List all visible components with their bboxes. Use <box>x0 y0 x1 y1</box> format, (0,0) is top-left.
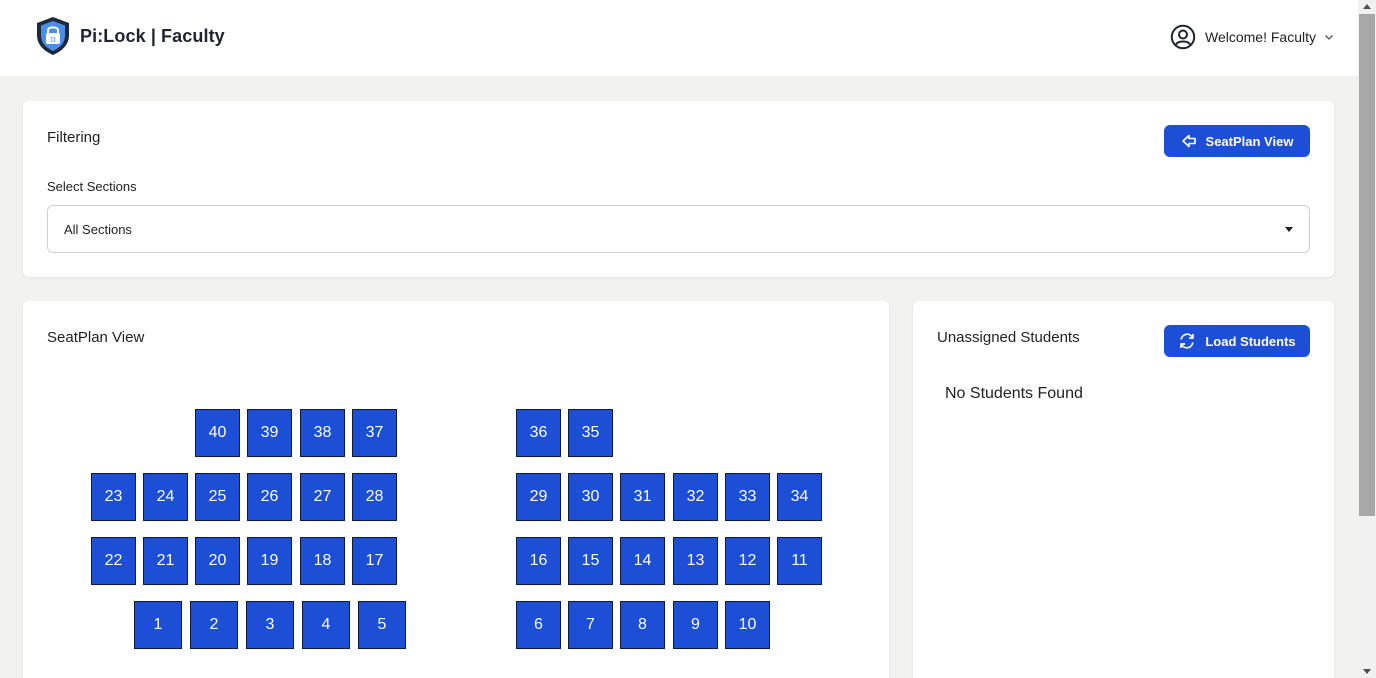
top-navbar: π Pi:Lock | Faculty Welcome! Faculty <box>0 0 1358 76</box>
seat-4[interactable]: 4 <box>302 601 350 649</box>
seat-21[interactable]: 21 <box>143 537 188 585</box>
caret-down-icon <box>1285 227 1293 232</box>
seatplan-card: SeatPlan View 40 39 38 37 36 35 23 24 25… <box>23 301 889 678</box>
sections-select[interactable]: All Sections <box>47 205 1310 253</box>
seat-31[interactable]: 31 <box>620 473 665 521</box>
seat-30[interactable]: 30 <box>568 473 613 521</box>
seat-2[interactable]: 2 <box>190 601 238 649</box>
seat-1[interactable]: 1 <box>134 601 182 649</box>
chevron-down-icon <box>1325 35 1333 40</box>
seat-27[interactable]: 27 <box>300 473 345 521</box>
load-students-button[interactable]: Load Students <box>1164 325 1310 357</box>
user-welcome-label: Welcome! Faculty <box>1205 29 1316 45</box>
seatplan-view-button[interactable]: SeatPlan View <box>1164 125 1310 157</box>
seat-34[interactable]: 34 <box>777 473 822 521</box>
seat-7[interactable]: 7 <box>568 601 613 649</box>
seat-29[interactable]: 29 <box>516 473 561 521</box>
seat-12[interactable]: 12 <box>725 537 770 585</box>
seat-18[interactable]: 18 <box>300 537 345 585</box>
seat-3[interactable]: 3 <box>246 601 294 649</box>
seat-39[interactable]: 39 <box>247 409 292 457</box>
seat-38[interactable]: 38 <box>300 409 345 457</box>
sections-select-value: All Sections <box>64 221 132 237</box>
user-circle-icon <box>1170 24 1196 50</box>
seat-28[interactable]: 28 <box>352 473 397 521</box>
seat-32[interactable]: 32 <box>673 473 718 521</box>
seat-13[interactable]: 13 <box>673 537 718 585</box>
seat-40[interactable]: 40 <box>195 409 240 457</box>
seat-16[interactable]: 16 <box>516 537 561 585</box>
seat-9[interactable]: 9 <box>673 601 718 649</box>
scroll-down-icon[interactable] <box>1363 669 1371 674</box>
select-sections-label: Select Sections <box>47 179 137 194</box>
seatplan-view-button-label: SeatPlan View <box>1205 133 1294 149</box>
seat-33[interactable]: 33 <box>725 473 770 521</box>
arrow-left-icon <box>1181 134 1196 148</box>
seat-26[interactable]: 26 <box>247 473 292 521</box>
seat-11[interactable]: 11 <box>777 537 822 585</box>
refresh-icon <box>1180 333 1195 349</box>
seat-6[interactable]: 6 <box>516 601 561 649</box>
shield-lock-icon: π <box>37 17 69 55</box>
seat-22[interactable]: 22 <box>91 537 136 585</box>
seat-24[interactable]: 24 <box>143 473 188 521</box>
seat-20[interactable]: 20 <box>195 537 240 585</box>
seatplan-title: SeatPlan View <box>47 329 145 346</box>
seat-15[interactable]: 15 <box>568 537 613 585</box>
page-scrollbar[interactable] <box>1358 0 1376 678</box>
seat-36[interactable]: 36 <box>516 409 561 457</box>
seat-5[interactable]: 5 <box>358 601 406 649</box>
empty-state-message: No Students Found <box>945 385 1083 402</box>
brand-title: Pi:Lock | Faculty <box>80 25 225 46</box>
seat-37[interactable]: 37 <box>352 409 397 457</box>
seat-19[interactable]: 19 <box>247 537 292 585</box>
brand[interactable]: π Pi:Lock | Faculty <box>34 16 225 56</box>
load-students-button-label: Load Students <box>1205 333 1296 349</box>
scrollbar-thumb[interactable] <box>1359 14 1375 516</box>
unassigned-students-title: Unassigned Students <box>937 329 1080 346</box>
seat-35[interactable]: 35 <box>568 409 613 457</box>
seat-17[interactable]: 17 <box>352 537 397 585</box>
seat-10[interactable]: 10 <box>725 601 770 649</box>
scroll-up-icon[interactable] <box>1363 4 1371 9</box>
seat-14[interactable]: 14 <box>620 537 665 585</box>
seat-25[interactable]: 25 <box>195 473 240 521</box>
filtering-title: Filtering <box>47 129 101 146</box>
seat-8[interactable]: 8 <box>620 601 665 649</box>
svg-text:π: π <box>50 35 55 44</box>
user-menu[interactable]: Welcome! Faculty <box>1170 24 1334 50</box>
filtering-card: Filtering SeatPlan View Select Sections … <box>23 101 1334 277</box>
seat-23[interactable]: 23 <box>91 473 136 521</box>
unassigned-students-card: Unassigned Students Load Students No Stu… <box>913 301 1334 678</box>
